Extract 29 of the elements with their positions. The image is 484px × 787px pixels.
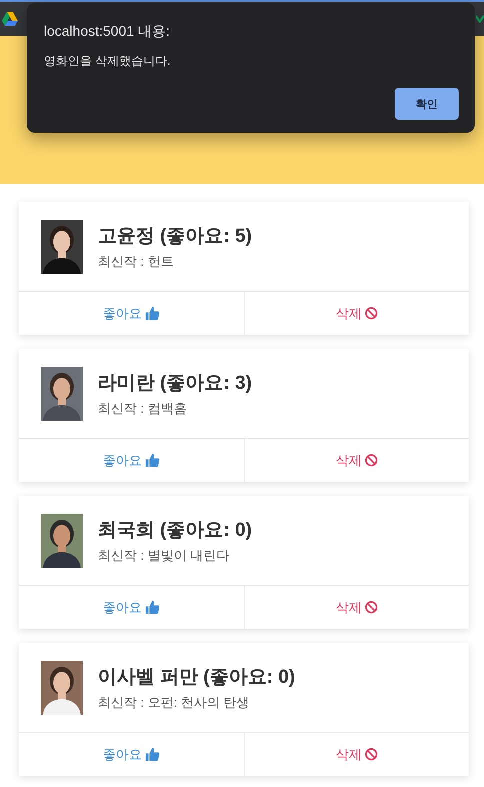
person-name: 고윤정 (좋아요: 5) [98, 224, 252, 248]
like-button[interactable]: 좋아요 [19, 586, 244, 629]
thumbs-up-icon [144, 306, 160, 321]
like-button[interactable]: 좋아요 [19, 733, 244, 776]
person-name: 최국희 (좋아요: 0) [98, 518, 252, 542]
thumbs-up-icon [144, 600, 160, 615]
prohibited-icon [364, 601, 378, 614]
delete-button[interactable]: 삭제 [244, 292, 469, 335]
latest-work: 최신작 : 별빛이 내린다 [98, 546, 230, 564]
dialog-message: 영화인을 삭제했습니다. [44, 53, 172, 70]
latest-work: 최신작 : 컴백홈 [98, 400, 188, 418]
like-button[interactable]: 좋아요 [19, 439, 244, 482]
delete-button[interactable]: 삭제 [244, 439, 469, 482]
thumbs-up-icon [144, 747, 160, 762]
like-button[interactable]: 좋아요 [19, 292, 244, 335]
ok-button[interactable]: 확인 [395, 88, 459, 120]
latest-work: 최신작 : 오펀: 천사의 탄생 [98, 694, 251, 712]
thumbs-up-icon [144, 453, 160, 468]
delete-button[interactable]: 삭제 [244, 586, 469, 629]
person-name: 라미란 (좋아요: 3) [98, 372, 252, 396]
dialog-title: localhost:5001 내용: [44, 23, 172, 41]
prohibited-icon [364, 748, 378, 761]
person-name: 이사벨 퍼만 (좋아요: 0) [98, 666, 296, 690]
triangle-icon[interactable] [2, 12, 18, 26]
prohibited-icon [364, 307, 378, 320]
prohibited-icon [364, 454, 378, 467]
latest-work: 최신작 : 헌트 [98, 252, 175, 270]
delete-button[interactable]: 삭제 [244, 733, 469, 776]
chevron-icon[interactable] [476, 15, 484, 23]
